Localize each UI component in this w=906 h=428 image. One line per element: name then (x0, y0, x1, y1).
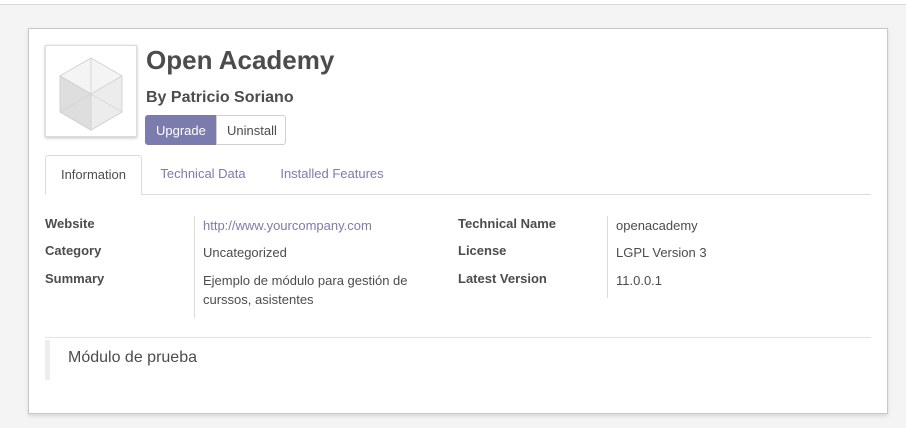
top-bar (0, 0, 906, 5)
category-label: Category (45, 243, 102, 258)
website-link[interactable]: http://www.yourcompany.com (203, 216, 372, 235)
uninstall-button[interactable]: Uninstall (216, 115, 286, 145)
tab-technical-data[interactable]: Technical Data (148, 155, 258, 194)
upgrade-button[interactable]: Upgrade (145, 115, 216, 145)
tab-installed-features[interactable]: Installed Features (266, 155, 398, 194)
license-value: LGPL Version 3 (616, 245, 707, 260)
module-description-text: Módulo de prueba (68, 349, 197, 366)
left-group-separator (194, 216, 195, 318)
module-author: By Patricio Soriano (146, 89, 294, 106)
summary-label: Summary (45, 271, 105, 286)
right-group-separator (607, 216, 608, 298)
notebook-tabs: Information Technical Data Installed Fea… (45, 155, 871, 195)
description-divider (45, 337, 871, 338)
latest-version-value: 11.0.0.1 (616, 273, 663, 288)
module-title: Open Academy (146, 45, 335, 75)
technical-name-value: openacademy (616, 218, 698, 233)
website-label: Website (45, 216, 95, 231)
summary-value: Ejemplo de módulo para gestión de cursso… (203, 273, 408, 307)
module-description: Módulo de prueba (45, 340, 871, 380)
technical-name-label: Technical Name (458, 216, 557, 231)
module-cube-icon (45, 45, 137, 137)
tab-information[interactable]: Information (45, 155, 142, 195)
license-label: License (458, 243, 507, 258)
module-form-sheet: Open Academy By Patricio Soriano Upgrade… (28, 28, 888, 414)
website-link-text[interactable]: http://www.yourcompany.com (203, 218, 372, 233)
category-value: Uncategorized (203, 245, 287, 260)
latest-version-label: Latest Version (458, 271, 547, 286)
